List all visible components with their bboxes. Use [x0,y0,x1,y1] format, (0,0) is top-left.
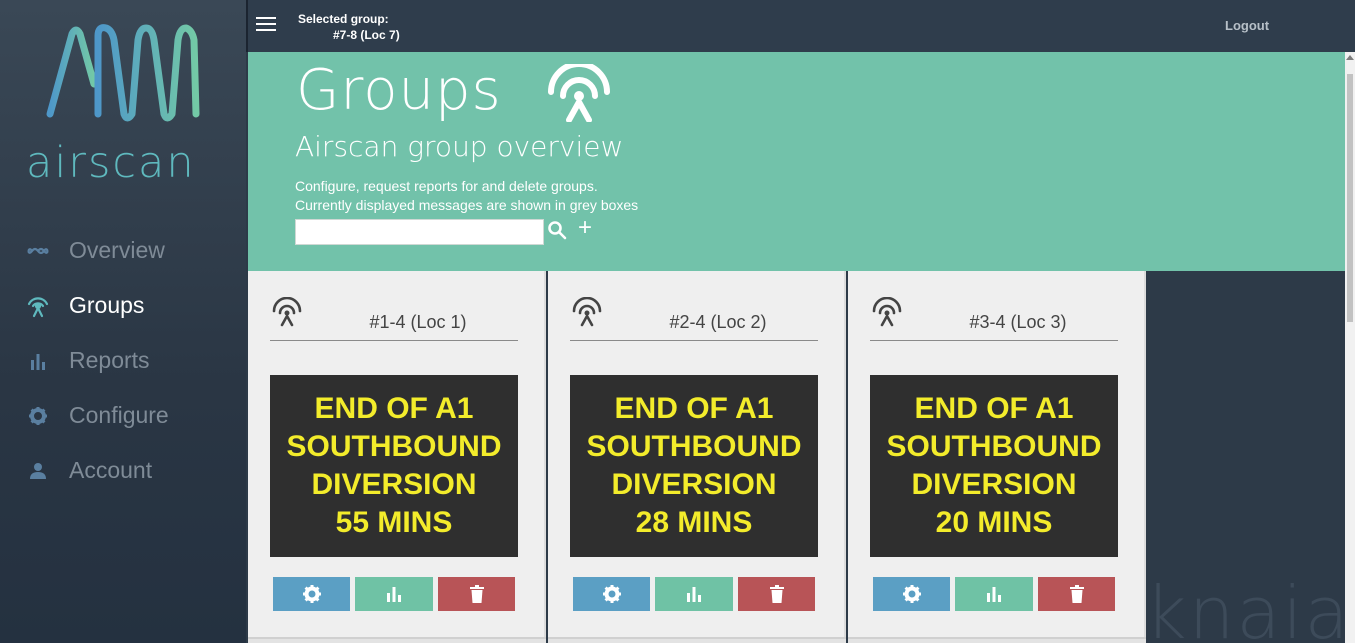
selected-group-label: Selected group: [298,12,389,26]
page-header: Groups Airscan group overview Configure,… [248,52,1345,271]
sidebar-nav: Overview Groups Reports Configure Accoun… [0,223,246,498]
scrollbar[interactable] [1345,52,1355,643]
message-line: END OF A1 [314,392,474,425]
menu-icon[interactable] [256,17,276,33]
trash-icon [469,585,484,603]
sidebar-item-overview[interactable]: Overview [0,223,246,278]
top-bar: Selected group: #7-8 (Loc 7) Logout [246,0,1355,52]
bar-chart-icon [687,587,701,602]
antenna-icon [26,294,50,318]
antenna-icon [872,297,902,327]
infinity-icon [26,239,50,263]
trash-icon [769,585,784,603]
sidebar: airscan Overview Groups Reports Configur… [0,0,246,643]
antenna-icon [548,64,610,122]
configure-button[interactable] [573,577,650,611]
sidebar-item-label: Reports [69,347,150,373]
sidebar-item-label: Groups [69,292,145,318]
bar-chart-icon [987,587,1001,602]
sidebar-item-groups[interactable]: Groups [0,278,246,333]
card-edge [848,637,1146,643]
gear-icon [26,404,50,428]
page-subtitle: Airscan group overview [295,130,624,163]
divider [870,340,1118,341]
message-line: SOUTHBOUND [286,430,502,463]
bar-chart-icon [26,349,50,373]
delete-button[interactable] [738,577,815,611]
divider [570,340,818,341]
displayed-message: END OF A1 SOUTHBOUND DIVERSION 28 MINS [570,375,818,557]
search-input[interactable] [295,219,544,245]
scroll-up-arrow[interactable] [1346,55,1354,60]
group-name: #1-4 (Loc 1) [369,312,467,332]
message-line: 55 MINS [335,506,453,539]
antenna-icon [572,297,602,327]
delete-button[interactable] [438,577,515,611]
scroll-thumb[interactable] [1347,74,1353,322]
gear-icon [902,585,921,603]
message-line: END OF A1 [614,392,774,425]
message-line: SOUTHBOUND [886,430,1102,463]
message-line: DIVERSION [611,468,777,501]
message-line: 20 MINS [935,506,1053,539]
add-group-icon[interactable]: + [578,216,598,240]
person-icon [26,459,50,483]
divider [270,340,518,341]
message-line: 28 MINS [635,506,753,539]
delete-button[interactable] [1038,577,1115,611]
message-line: SOUTHBOUND [586,430,802,463]
bar-chart-icon [387,587,401,602]
page-title: Groups [296,58,502,123]
displayed-message: END OF A1 SOUTHBOUND DIVERSION 20 MINS [870,375,1118,557]
reports-button[interactable] [955,577,1033,611]
watermark-text: knaia [1145,571,1351,643]
sidebar-item-account[interactable]: Account [0,443,246,498]
displayed-message: END OF A1 SOUTHBOUND DIVERSION 55 MINS [270,375,518,557]
reports-button[interactable] [355,577,433,611]
trash-icon [1069,585,1084,603]
search-icon[interactable] [547,220,567,240]
message-line: DIVERSION [311,468,477,501]
group-name: #3-4 (Loc 3) [969,312,1067,332]
sidebar-item-label: Account [69,457,153,483]
page-description-note: Currently displayed messages are shown i… [295,197,639,213]
reports-button[interactable] [655,577,733,611]
message-line: DIVERSION [911,468,1077,501]
group-cards: #1-4 (Loc 1) END OF A1 SOUTHBOUND DIVERS… [248,271,1146,643]
group-name: #2-4 (Loc 2) [669,312,767,332]
sidebar-item-label: Overview [69,237,165,263]
card-edge [248,637,546,643]
page-description: Configure, request reports for and delet… [295,178,598,194]
message-line: END OF A1 [914,392,1074,425]
configure-button[interactable] [873,577,950,611]
sidebar-item-reports[interactable]: Reports [0,333,246,388]
sidebar-item-configure[interactable]: Configure [0,388,246,443]
group-card: #3-4 (Loc 3) END OF A1 SOUTHBOUND DIVERS… [848,271,1146,643]
logout-link[interactable]: Logout [1225,18,1269,33]
gear-icon [302,585,321,603]
group-card: #1-4 (Loc 1) END OF A1 SOUTHBOUND DIVERS… [248,271,546,643]
group-card: #2-4 (Loc 2) END OF A1 SOUTHBOUND DIVERS… [548,271,846,643]
brand-name: airscan [26,138,196,188]
sidebar-item-label: Configure [69,402,169,428]
card-edge [548,637,846,643]
selected-group-value: #7-8 (Loc 7) [333,28,400,42]
gear-icon [602,585,621,603]
configure-button[interactable] [273,577,350,611]
antenna-icon [272,297,302,327]
